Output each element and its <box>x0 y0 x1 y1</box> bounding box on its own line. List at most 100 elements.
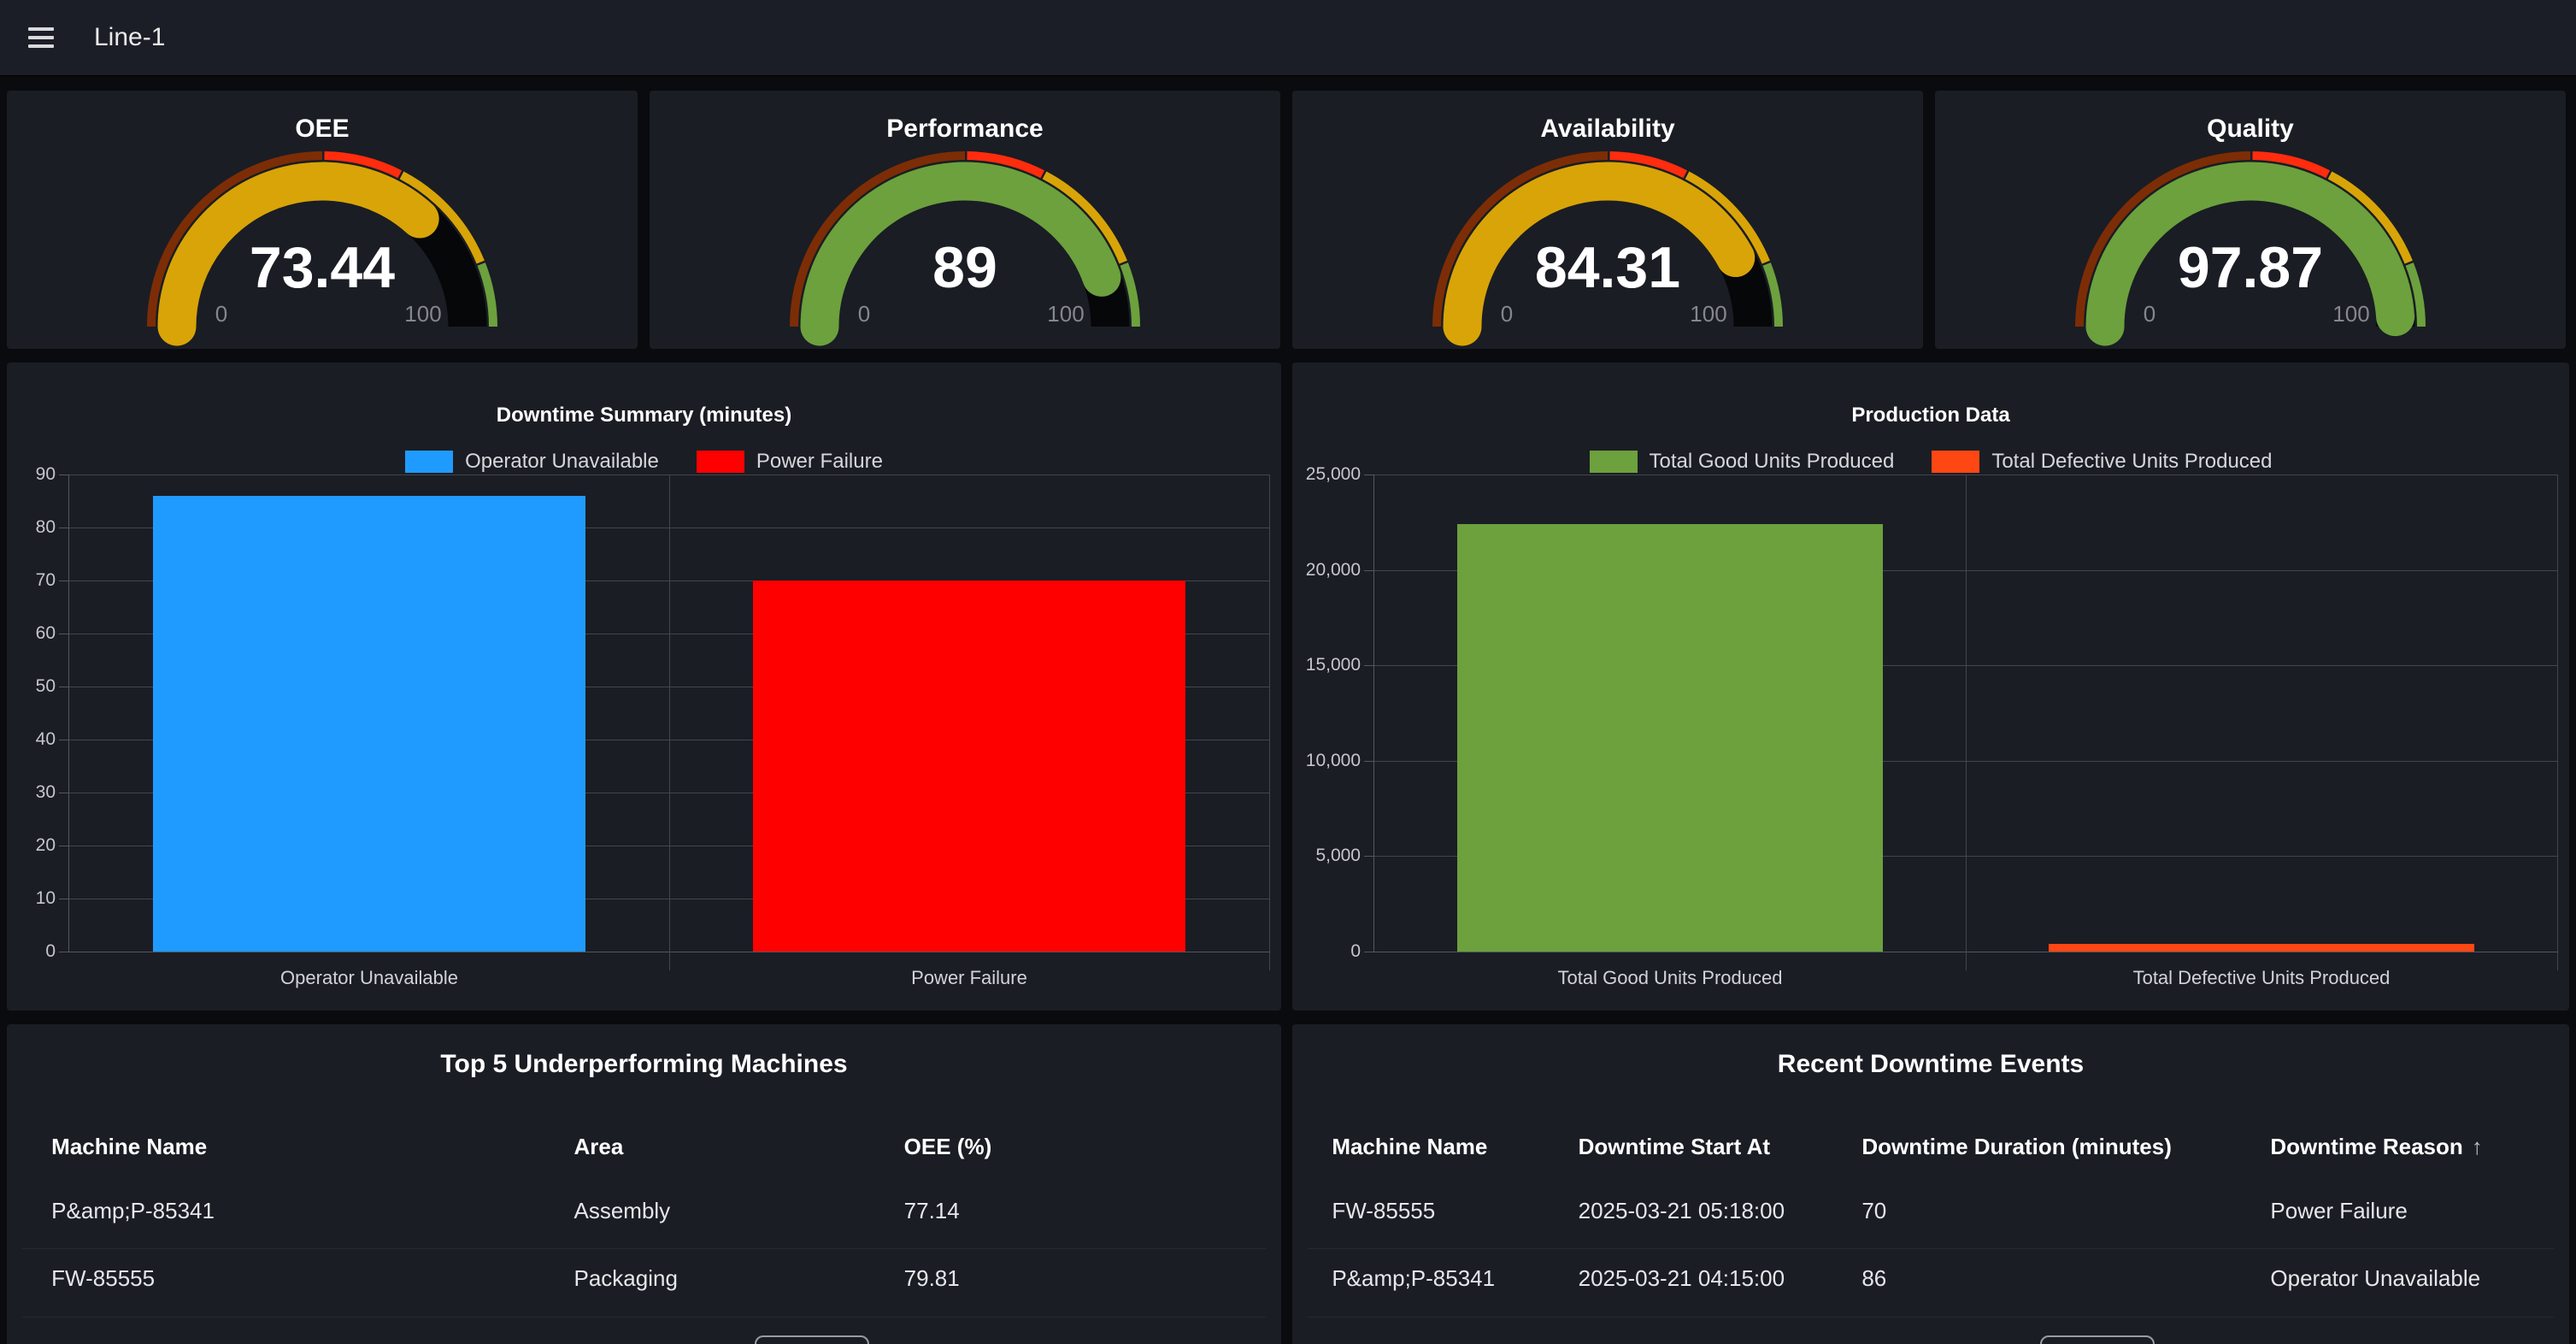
table-panel-title[interactable]: Top 5 Underperforming Machines <box>7 1050 1281 1079</box>
y-axis-label: 0 <box>1292 942 1361 961</box>
y-axis-label: 20 <box>7 836 56 855</box>
x-axis-label: Total Defective Units Produced <box>2133 967 2391 989</box>
gauge-arc: 0 100 97.87 <box>1935 91 2566 349</box>
chart-panel-production-data: Production Data Total Good Units Produced… <box>1292 363 2569 1011</box>
axis-tick <box>1364 856 1374 857</box>
column-header-downtime-duration-minutes[interactable]: Downtime Duration (minutes) <box>1861 1134 2172 1160</box>
gauge-max-label: 100 <box>404 301 441 327</box>
y-axis-label: 50 <box>7 677 56 696</box>
row-divider <box>22 1248 1266 1249</box>
table-cell: 70 <box>1861 1198 1886 1224</box>
legend-label: Operator Unavailable <box>465 450 659 474</box>
chart-legend: Operator Unavailable Power Failure <box>7 450 1281 474</box>
dashboard: Line-1 OEE010073.44Performance010089Avai… <box>0 0 2576 1344</box>
legend-swatch-icon <box>1590 451 1638 473</box>
y-axis-label: 40 <box>7 730 56 749</box>
plot-area: 05,00010,00015,00020,00025,000Total Good… <box>1373 475 2557 952</box>
y-axis-label: 70 <box>7 571 56 590</box>
gauge-min-label: 0 <box>1501 301 1513 327</box>
dashboard-title: Line-1 <box>94 23 165 52</box>
table-cell: 77.14 <box>904 1198 960 1224</box>
gauge-value: 73.44 <box>250 235 395 300</box>
legend-swatch-icon <box>1932 451 1979 473</box>
legend-label: Power Failure <box>756 450 883 474</box>
column-header-machine-name[interactable]: Machine Name <box>1332 1134 1487 1160</box>
chart-legend: Total Good Units Produced Total Defective… <box>1292 450 2569 474</box>
gauge-max-label: 100 <box>1047 301 1084 327</box>
y-axis-label: 80 <box>7 518 56 537</box>
table-cell: Packaging <box>573 1265 677 1292</box>
table-panel-title[interactable]: Recent Downtime Events <box>1292 1050 2569 1079</box>
gauge-min-label: 0 <box>2144 301 2155 327</box>
table-panel-top-5-underperforming-machines: Top 5 Underperforming Machines Machine Na… <box>7 1024 1281 1344</box>
hamburger-menu-icon[interactable] <box>21 17 62 58</box>
y-axis-label: 20,000 <box>1292 561 1361 580</box>
x-axis-label: Power Failure <box>911 967 1027 989</box>
gauge-panel-quality: Quality010097.87 <box>1935 91 2566 349</box>
gauge-value: 97.87 <box>2178 235 2323 300</box>
gridline <box>1966 475 1967 970</box>
legend-swatch-icon <box>405 451 453 473</box>
chart-panel-title[interactable]: Downtime Summary (minutes) <box>7 404 1281 427</box>
table-cell: 2025-03-21 04:15:00 <box>1579 1265 1785 1292</box>
legend-item-total-good-units-produced[interactable]: Total Good Units Produced <box>1590 450 1895 474</box>
axis-tick <box>1364 570 1374 571</box>
gauge-arc: 0 100 89 <box>650 91 1280 349</box>
top-navbar: Line-1 <box>0 0 2576 76</box>
chart-panel-title[interactable]: Production Data <box>1292 404 2569 427</box>
column-header-machine-name[interactable]: Machine Name <box>51 1134 207 1160</box>
table-cell: 2025-03-21 05:18:00 <box>1579 1198 1785 1224</box>
table-cell: P&amp;P-85341 <box>1332 1265 1495 1292</box>
gauge-panel-availability: Availability010084.31 <box>1292 91 1923 349</box>
gridline <box>1269 475 1270 970</box>
legend-item-total-defective-units-produced[interactable]: Total Defective Units Produced <box>1932 450 2272 474</box>
table-pagination-button[interactable] <box>2040 1335 2155 1344</box>
y-axis-label: 25,000 <box>1292 465 1361 484</box>
legend-swatch-icon <box>697 451 744 473</box>
legend-item-power-failure[interactable]: Power Failure <box>697 450 883 474</box>
plot-area: 0102030405060708090Operator UnavailableP… <box>68 475 1269 952</box>
gauge-panel-oee: OEE010073.44 <box>7 91 638 349</box>
y-axis-label: 10,000 <box>1292 752 1361 770</box>
table-cell: FW-85555 <box>1332 1198 1435 1224</box>
y-axis-label: 5,000 <box>1292 846 1361 865</box>
y-axis-label: 0 <box>7 942 56 961</box>
gauge-panel-performance: Performance010089 <box>650 91 1280 349</box>
legend-label: Total Defective Units Produced <box>1991 450 2272 474</box>
gridline <box>2557 475 2558 970</box>
x-axis-label: Total Good Units Produced <box>1558 967 1783 989</box>
legend-item-operator-unavailable[interactable]: Operator Unavailable <box>405 450 659 474</box>
column-header-downtime-start-at[interactable]: Downtime Start At <box>1579 1134 1770 1160</box>
gauge-value: 84.31 <box>1535 235 1680 300</box>
gauge-max-label: 100 <box>2332 301 2369 327</box>
gauge-min-label: 0 <box>858 301 870 327</box>
sort-ascending-icon: ↑ <box>2463 1134 2483 1159</box>
chart-panel-downtime-summary-minutes: Downtime Summary (minutes) Operator Unava… <box>7 363 1281 1011</box>
gauge-value: 89 <box>932 235 997 300</box>
y-axis-label: 15,000 <box>1292 656 1361 675</box>
table-pagination-button[interactable] <box>755 1335 869 1344</box>
table-cell: Assembly <box>573 1198 670 1224</box>
column-header-area[interactable]: Area <box>573 1134 623 1160</box>
gauge-arc: 010084.31 <box>1292 91 1923 349</box>
gauge-min-label: 0 <box>215 301 227 327</box>
table-cell: Power Failure <box>2270 1198 2407 1224</box>
y-axis-label: 30 <box>7 783 56 802</box>
table-cell: 86 <box>1861 1265 1886 1292</box>
y-axis-label: 10 <box>7 889 56 908</box>
table-cell: 79.81 <box>904 1265 960 1292</box>
bar-total-defective-units-produced <box>2049 944 2474 952</box>
gauge-arc: 0 100 73.44 <box>7 91 638 349</box>
axis-tick <box>1364 665 1374 666</box>
bar-total-good-units-produced <box>1457 524 1883 952</box>
x-axis-label: Operator Unavailable <box>280 967 458 989</box>
axis-tick <box>1364 761 1374 762</box>
table-cell: Operator Unavailable <box>2270 1265 2480 1292</box>
bar-operator-unavailable <box>153 496 585 952</box>
column-header-downtime-reason[interactable]: Downtime Reason↑ <box>2270 1134 2482 1160</box>
column-header-oee[interactable]: OEE (%) <box>904 1134 992 1160</box>
y-axis-label: 60 <box>7 624 56 643</box>
table-cell: FW-85555 <box>51 1265 155 1292</box>
row-divider <box>1308 1248 2554 1249</box>
gridline <box>669 475 670 970</box>
